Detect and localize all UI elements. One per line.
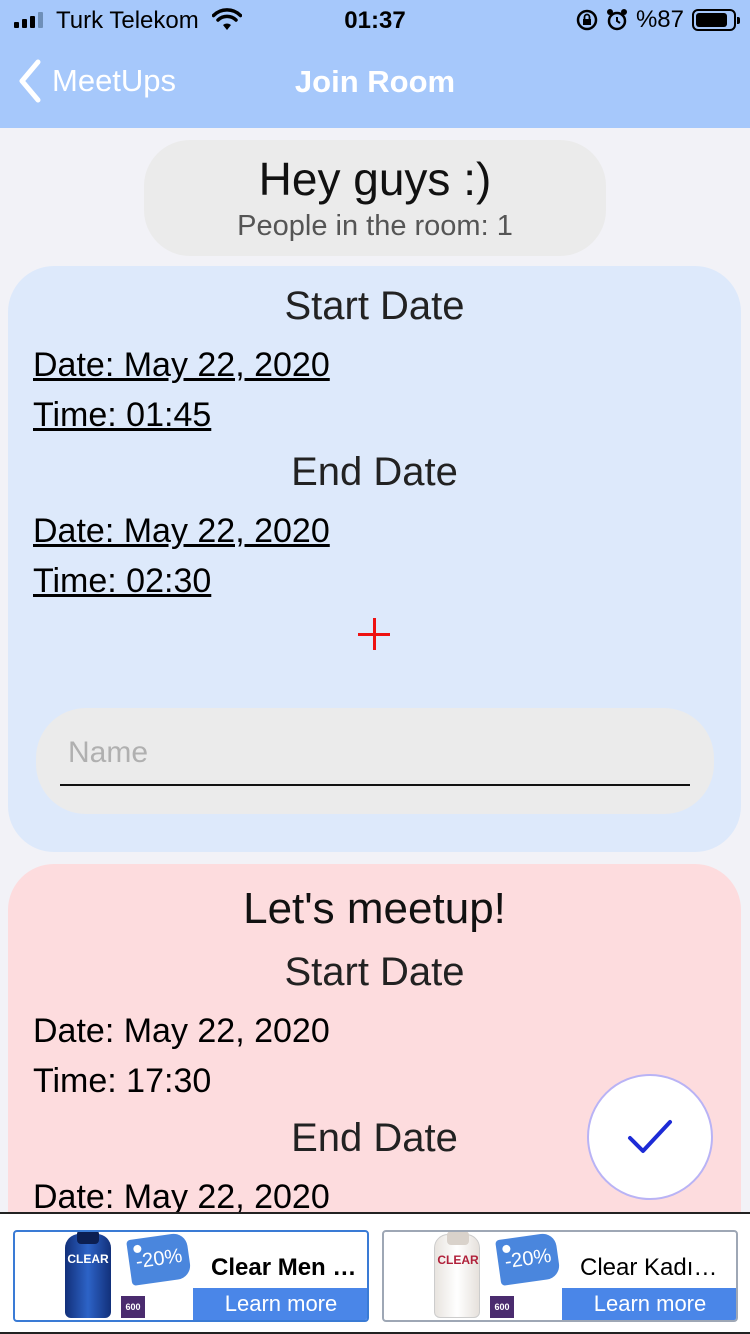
confirm-button[interactable] (587, 1074, 713, 1200)
end-date-picker[interactable]: Date: May 22, 2020 (33, 512, 330, 551)
ad-title: Clear Kadınl... (580, 1254, 730, 1281)
end-time-picker[interactable]: Time: 02:30 (33, 562, 211, 601)
rotation-lock-icon (576, 9, 598, 31)
ad-card[interactable]: CLEAR 600 -20% Clear Kadınl... Learn mor… (382, 1230, 738, 1322)
ad-card[interactable]: CLEAR 600 -20% Clear Men C... Learn more (13, 1230, 369, 1322)
status-bar: Turk Telekom 01:37 %87 (0, 0, 750, 42)
discount-tag: -20% (495, 1232, 561, 1286)
start-date-picker[interactable]: Date: May 22, 2020 (33, 346, 330, 385)
product-image: CLEAR (65, 1232, 111, 1318)
navigation-bar: Turk Telekom 01:37 %87 MeetUps Join Room (0, 0, 750, 128)
page-title: Join Room (294, 64, 456, 99)
room-header: Hey guys :) People in the room: 1 (144, 140, 606, 256)
product-image: CLEAR (434, 1232, 480, 1318)
start-date-heading: Start Date (284, 284, 465, 328)
meetup-title: Let's meetup! (243, 884, 506, 933)
suggestion-card: Start Date Date: May 22, 2020 Time: 01:4… (8, 266, 741, 852)
end-date-heading: End Date (291, 450, 458, 494)
size-badge: 600 (121, 1296, 145, 1318)
battery-icon (692, 9, 740, 31)
learn-more-button[interactable]: Learn more (562, 1288, 736, 1320)
people-count: People in the room: 1 (237, 210, 513, 242)
name-input[interactable] (60, 722, 690, 786)
learn-more-button[interactable]: Learn more (193, 1288, 367, 1320)
checkmark-icon (628, 1120, 672, 1153)
start-time-picker[interactable]: Time: 01:45 (33, 396, 211, 435)
meetup-start-date: Date: May 22, 2020 (33, 1012, 330, 1050)
alarm-icon (606, 9, 627, 31)
battery-percent: %87 (635, 6, 684, 33)
ad-title: Clear Men C... (211, 1254, 361, 1281)
room-title: Hey guys :) (258, 153, 492, 205)
meetup-start-time: Time: 17:30 (33, 1062, 212, 1100)
discount-tag: -20% (126, 1232, 192, 1286)
ad-banner: CLEAR 600 -20% Clear Men C... Learn more… (0, 1212, 750, 1334)
meetup-start-heading: Start Date (284, 950, 465, 994)
size-badge: 600 (490, 1296, 514, 1318)
name-field-container (36, 708, 714, 814)
add-icon[interactable] (358, 618, 390, 650)
